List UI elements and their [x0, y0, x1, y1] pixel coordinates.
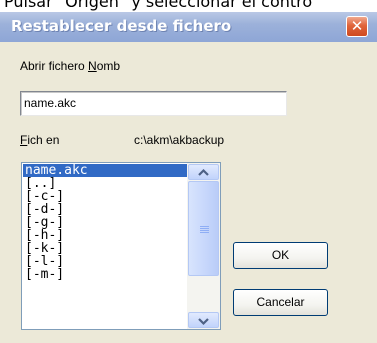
open-file-label-accelerator: N: [88, 59, 97, 73]
file-name-input[interactable]: name.akc: [20, 91, 287, 116]
current-directory-path: c:\akm\akbackup: [134, 133, 225, 147]
window-title: Restablecer desde fichero: [11, 17, 232, 35]
chevron-up-icon: [198, 168, 209, 176]
title-bar[interactable]: Restablecer desde fichero ✕: [0, 12, 377, 42]
cancel-button[interactable]: Cancelar: [233, 289, 328, 316]
open-file-label-prefix: Abrir fichero: [20, 59, 89, 73]
thumb-grip-line: [200, 226, 209, 227]
chevron-down-icon: [198, 318, 209, 326]
scroll-down-button[interactable]: [188, 312, 219, 328]
file-list-items: name.akc [..] [-c-] [-d-] [-g-] [-h-] [-…: [23, 164, 187, 281]
ok-button[interactable]: OK: [233, 242, 328, 269]
file-list[interactable]: name.akc [..] [-c-] [-d-] [-g-] [-h-] [-…: [21, 162, 221, 330]
close-icon: ✕: [350, 17, 364, 35]
close-button[interactable]: ✕: [346, 16, 368, 37]
restore-from-file-dialog: Restablecer desde fichero ✕ Abrir ficher…: [0, 12, 377, 343]
background-app-text-strip: Pulsar "Origen" y seleccionar el contro: [0, 0, 377, 12]
thumb-grip-line: [200, 232, 209, 233]
thumb-grip-line: [200, 230, 209, 231]
scroll-thumb[interactable]: [188, 181, 219, 276]
background-instruction-text: Pulsar "Origen" y seleccionar el contro: [4, 0, 313, 11]
scroll-up-button[interactable]: [188, 164, 219, 180]
location-label: Fich en: [20, 133, 59, 147]
file-list-scrollbar[interactable]: [187, 163, 220, 329]
location-label-suffix: ich en: [27, 133, 60, 147]
thumb-grip-line: [200, 228, 209, 229]
open-file-label-suffix: omb: [96, 59, 121, 73]
file-list-item-drive-m[interactable]: [-m-]: [23, 268, 187, 281]
open-file-name-label: Abrir fichero Nomb: [20, 59, 120, 73]
